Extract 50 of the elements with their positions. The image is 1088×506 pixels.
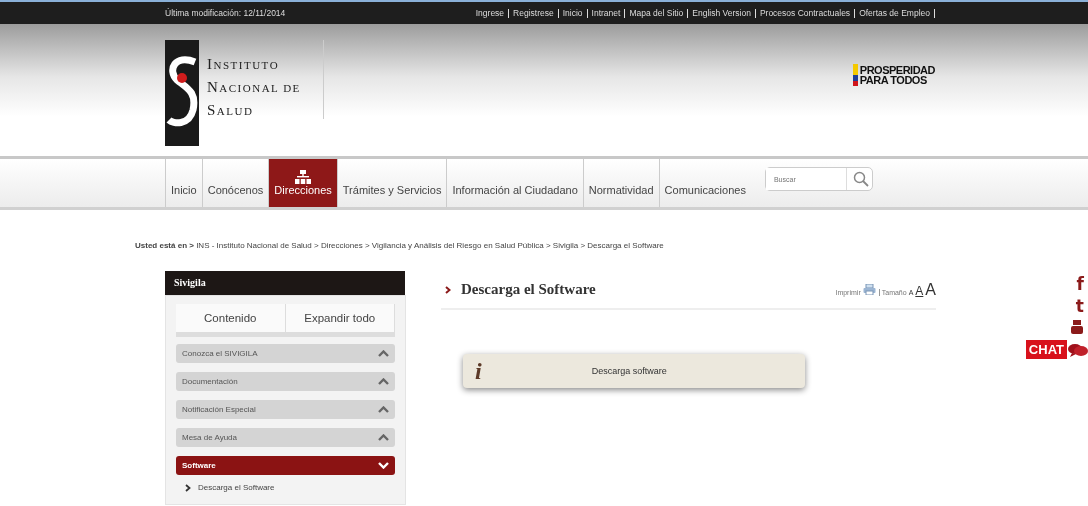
institute-name-text: NACIONAL DE [207, 79, 301, 96]
nav-tab[interactable]: Comunicaciones [658, 159, 751, 207]
twitter-icon[interactable]: t [1075, 298, 1084, 314]
top-link[interactable]: English Version [692, 8, 756, 18]
nav-tab[interactable]: Trámites y Servicios [336, 159, 447, 207]
flag-stripe-icon [852, 64, 858, 86]
top-link[interactable]: Procesos Contractuales [759, 8, 856, 18]
speech-bubbles-icon[interactable] [1068, 342, 1088, 357]
download-notice[interactable]: i Descarga software [463, 354, 805, 388]
sidebar-title: Sivigila [165, 271, 405, 295]
top-link[interactable]: Inicio [562, 8, 588, 18]
chevron-down-icon [378, 462, 389, 469]
institute-logo-icon [165, 40, 199, 146]
sidebar-item[interactable]: Conozca el SIVIGILA [176, 344, 395, 363]
nav-tab[interactable]: Direcciones [268, 159, 337, 207]
top-link[interactable]: Mapa del Sitio [629, 8, 689, 18]
sidebar-tab[interactable]: Contenido [176, 304, 286, 332]
sidebar-tab[interactable]: Expandir todo [285, 304, 395, 332]
sidebar-item[interactable]: Notificación Especial [176, 400, 395, 419]
search-icon[interactable] [852, 171, 869, 187]
sidebar-item[interactable]: Documentación [176, 372, 395, 391]
chevron-right-icon [445, 285, 451, 294]
sidebar-item[interactable]: Software [176, 456, 395, 475]
chevron-right-icon [185, 483, 191, 492]
font-size-link[interactable]: A [925, 280, 936, 299]
top-link[interactable]: Ofertas de Empleo [859, 8, 935, 18]
chat-button[interactable]: CHAT [1025, 340, 1067, 359]
page-title: Descarga el Software [461, 281, 596, 298]
nav-tab[interactable]: Inicio [165, 159, 202, 207]
info-icon: i [475, 357, 482, 385]
top-link[interactable]: Intranet [591, 8, 626, 18]
chevron-up-icon [378, 406, 389, 413]
org-chart-icon [295, 170, 312, 184]
chevron-up-icon [378, 350, 389, 357]
sidebar-subitem[interactable]: Descarga el Software [185, 483, 405, 492]
nav-tab[interactable]: Información al Ciudadano [446, 159, 583, 207]
chevron-up-icon [378, 378, 389, 385]
slogan-text: PROSPERIDAD [859, 65, 935, 75]
breadcrumb-text: Usted está en > INS - Instituto Nacional de Salud > Direcciones > Vigilancia y Análisis del Riesgo en Salud Pública > Sivigila > Descarga el Software [135, 241, 665, 250]
last-modified-text: Última modificación: 12/11/2014 [165, 8, 286, 18]
slogan-text: PARA TODOS [859, 75, 928, 85]
nav-tab[interactable]: Normatividad [582, 159, 659, 207]
institute-name-text: INSTITUTO [207, 56, 281, 73]
top-link[interactable]: Registrese [513, 8, 559, 18]
top-link[interactable]: Ingrese [475, 8, 510, 18]
sidebar-item[interactable]: Mesa de Ayuda [176, 428, 395, 447]
chevron-up-icon [378, 434, 389, 441]
facebook-icon[interactable]: f [1076, 276, 1084, 292]
font-size-link[interactable]: A [915, 283, 924, 298]
institute-name-text: SALUD [207, 102, 255, 119]
